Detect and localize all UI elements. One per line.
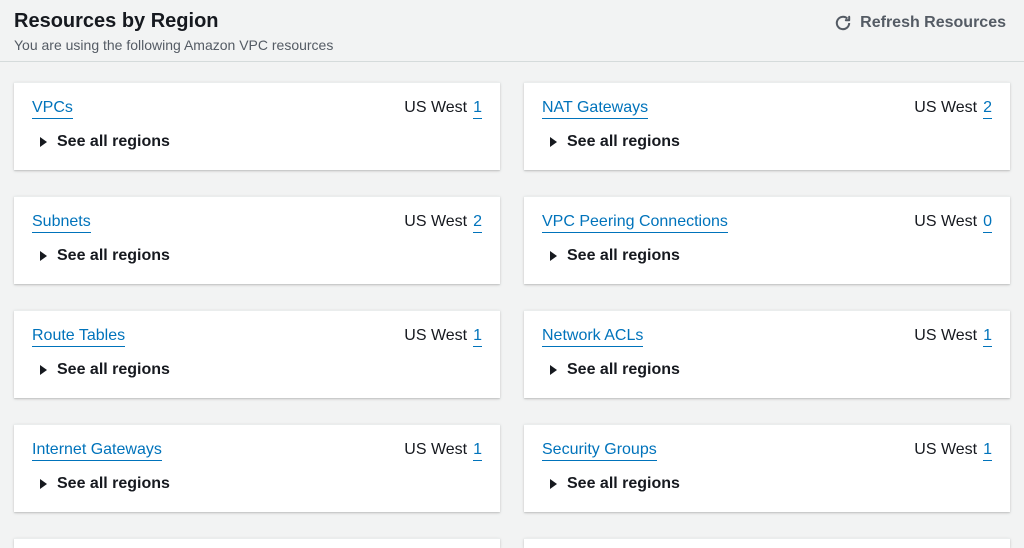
caret-right-icon	[40, 251, 47, 261]
card-internet-gateways: Internet Gateways US West 1 See all regi…	[14, 424, 500, 512]
caret-right-icon	[40, 137, 47, 147]
region-label: US West	[404, 441, 467, 459]
card-region: US West 1	[404, 99, 482, 119]
caret-right-icon	[40, 479, 47, 489]
header-left: Resources by Region You are using the fo…	[14, 10, 333, 53]
see-all-label: See all regions	[57, 247, 170, 265]
card-region: US West 2	[914, 99, 992, 119]
caret-right-icon	[40, 365, 47, 375]
see-all-label: See all regions	[567, 133, 680, 151]
see-all-label: See all regions	[57, 133, 170, 151]
card-head: NAT Gateways US West 2	[542, 99, 992, 119]
card-nat-gateways: NAT Gateways US West 2 See all regions	[524, 82, 1010, 170]
card-placeholder	[524, 538, 1010, 548]
card-subnets: Subnets US West 2 See all regions	[14, 196, 500, 284]
region-label: US West	[914, 441, 977, 459]
card-title-link[interactable]: Route Tables	[32, 327, 125, 347]
caret-right-icon	[550, 479, 557, 489]
region-count-link[interactable]: 2	[983, 99, 992, 119]
page-title: Resources by Region	[14, 10, 333, 33]
refresh-icon	[834, 14, 852, 32]
card-head: Internet Gateways US West 1	[32, 441, 482, 461]
card-title-link[interactable]: VPCs	[32, 99, 73, 119]
card-vpc-peering-connections: VPC Peering Connections US West 0 See al…	[524, 196, 1010, 284]
card-title-link[interactable]: Security Groups	[542, 441, 657, 461]
card-network-acls: Network ACLs US West 1 See all regions	[524, 310, 1010, 398]
see-all-label: See all regions	[57, 475, 170, 493]
card-head: Route Tables US West 1	[32, 327, 482, 347]
card-head: VPC Peering Connections US West 0	[542, 213, 992, 233]
see-all-regions-toggle[interactable]: See all regions	[40, 247, 170, 265]
card-region: US West 2	[404, 213, 482, 233]
card-region: US West 1	[404, 441, 482, 461]
refresh-resources-button[interactable]: Refresh Resources	[834, 10, 1010, 32]
card-title-link[interactable]: Network ACLs	[542, 327, 643, 347]
resource-cards-grid: VPCs US West 1 See all regions NAT Gatew…	[0, 62, 1024, 548]
see-all-label: See all regions	[567, 361, 680, 379]
refresh-label: Refresh Resources	[860, 14, 1006, 32]
region-count-link[interactable]: 1	[473, 327, 482, 347]
header: Resources by Region You are using the fo…	[0, 0, 1024, 62]
card-security-groups: Security Groups US West 1 See all region…	[524, 424, 1010, 512]
region-label: US West	[914, 99, 977, 117]
region-count-link[interactable]: 2	[473, 213, 482, 233]
card-title-link[interactable]: VPC Peering Connections	[542, 213, 728, 233]
region-label: US West	[914, 213, 977, 231]
region-count-link[interactable]: 1	[983, 327, 992, 347]
card-region: US West 0	[914, 213, 992, 233]
caret-right-icon	[550, 137, 557, 147]
see-all-regions-toggle[interactable]: See all regions	[40, 361, 170, 379]
caret-right-icon	[550, 251, 557, 261]
card-head: Network ACLs US West 1	[542, 327, 992, 347]
card-route-tables: Route Tables US West 1 See all regions	[14, 310, 500, 398]
card-title-link[interactable]: NAT Gateways	[542, 99, 648, 119]
card-region: US West 1	[914, 327, 992, 347]
see-all-regions-toggle[interactable]: See all regions	[550, 475, 680, 493]
card-title-link[interactable]: Internet Gateways	[32, 441, 162, 461]
card-title-link[interactable]: Subnets	[32, 213, 91, 233]
see-all-regions-toggle[interactable]: See all regions	[40, 133, 170, 151]
region-count-link[interactable]: 1	[473, 99, 482, 119]
card-region: US West 1	[404, 327, 482, 347]
region-label: US West	[404, 327, 467, 345]
region-label: US West	[914, 327, 977, 345]
page-subtitle: You are using the following Amazon VPC r…	[14, 37, 333, 53]
see-all-regions-toggle[interactable]: See all regions	[40, 475, 170, 493]
region-label: US West	[404, 213, 467, 231]
card-head: VPCs US West 1	[32, 99, 482, 119]
see-all-label: See all regions	[567, 247, 680, 265]
card-vpcs: VPCs US West 1 See all regions	[14, 82, 500, 170]
card-head: Subnets US West 2	[32, 213, 482, 233]
card-region: US West 1	[914, 441, 992, 461]
caret-right-icon	[550, 365, 557, 375]
card-placeholder	[14, 538, 500, 548]
region-count-link[interactable]: 0	[983, 213, 992, 233]
see-all-regions-toggle[interactable]: See all regions	[550, 133, 680, 151]
region-count-link[interactable]: 1	[473, 441, 482, 461]
see-all-label: See all regions	[567, 475, 680, 493]
see-all-regions-toggle[interactable]: See all regions	[550, 361, 680, 379]
see-all-label: See all regions	[57, 361, 170, 379]
region-label: US West	[404, 99, 467, 117]
card-head: Security Groups US West 1	[542, 441, 992, 461]
see-all-regions-toggle[interactable]: See all regions	[550, 247, 680, 265]
region-count-link[interactable]: 1	[983, 441, 992, 461]
